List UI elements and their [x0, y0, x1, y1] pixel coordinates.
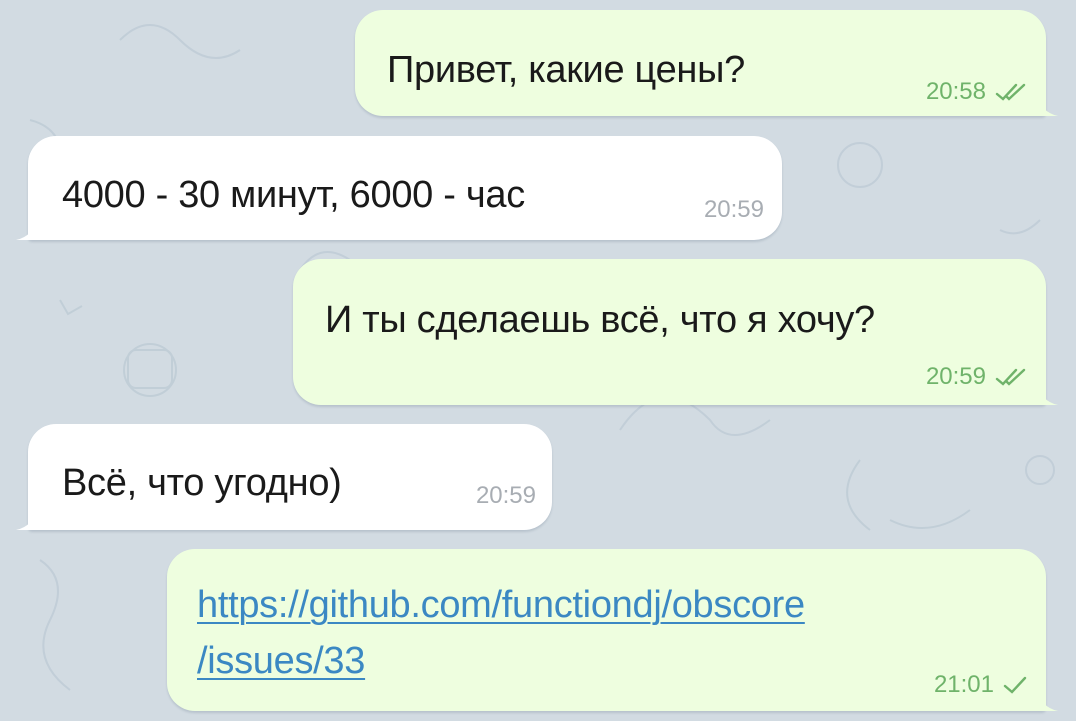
message-link-line-1[interactable]: https://github.com/functiondj/obscore	[197, 584, 805, 627]
message-bubble-outgoing-link[interactable]: https://github.com/functiondj/obscore /i…	[167, 549, 1058, 711]
message-bubble-incoming[interactable]: Всё, что угодно) 20:59	[16, 424, 552, 530]
bubble-tail	[16, 218, 36, 240]
double-check-icon	[995, 83, 1026, 101]
bubble-tail	[1038, 689, 1058, 711]
message-time: 20:58	[925, 78, 986, 105]
bubble-tail	[16, 508, 36, 530]
message-text: И ты сделаешь всё, что я хочу?	[325, 299, 875, 341]
single-check-icon	[1003, 676, 1027, 694]
message-text: Привет, какие цены?	[387, 49, 745, 91]
message-time: 20:59	[925, 363, 986, 390]
message-text: 4000 - 30 минут, 6000 - час	[62, 174, 525, 216]
message-bubble-outgoing[interactable]: Привет, какие цены? 20:58	[355, 10, 1058, 116]
message-meta: 20:59	[476, 482, 536, 510]
message-bubble-outgoing[interactable]: И ты сделаешь всё, что я хочу? 20:59	[293, 259, 1058, 405]
message-time: 20:59	[703, 196, 764, 223]
message-meta: 20:58	[926, 78, 1028, 106]
message-meta: 21:01	[934, 671, 1028, 699]
double-check-icon	[995, 368, 1026, 386]
chat-area: Привет, какие цены? 20:58 4000 - 30 мину…	[0, 0, 1076, 721]
message-bubble-incoming[interactable]: 4000 - 30 минут, 6000 - час 20:59	[16, 136, 782, 240]
bubble-tail	[1038, 94, 1058, 116]
message-meta: 20:59	[926, 363, 1028, 391]
message-meta: 20:59	[704, 196, 764, 224]
message-time: 20:59	[475, 482, 536, 509]
message-text: Всё, что угодно)	[62, 462, 342, 504]
bubble-tail	[1038, 383, 1058, 405]
message-link-line-2[interactable]: /issues/33	[197, 640, 365, 683]
message-time: 21:01	[933, 671, 994, 698]
